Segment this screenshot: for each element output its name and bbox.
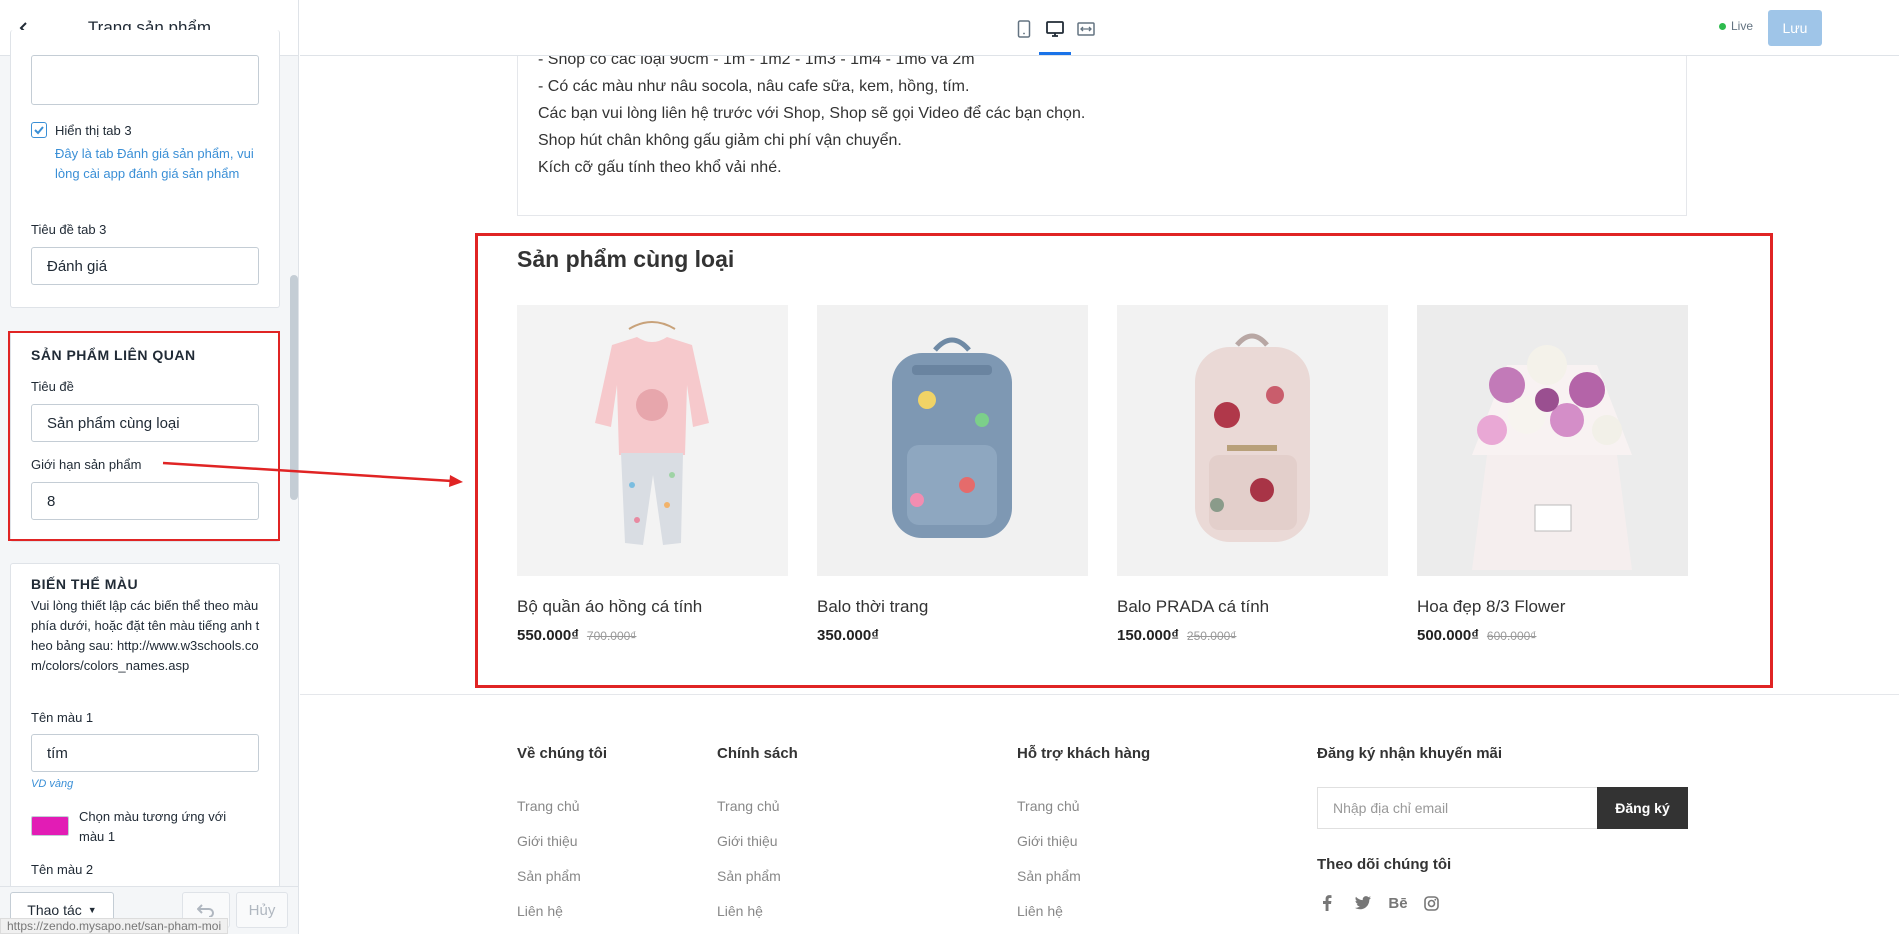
product-image[interactable] bbox=[1417, 305, 1688, 576]
storefront-preview: - Shop có các loại 90cm - 1m - 1m2 - 1m3… bbox=[300, 56, 1899, 934]
old-price: 700.000₫ bbox=[586, 629, 637, 643]
color1-input[interactable]: tím bbox=[31, 734, 259, 772]
newsletter-email-input[interactable]: Nhập địa chỉ email bbox=[1317, 787, 1597, 829]
actions-label: Thao tác bbox=[27, 902, 82, 918]
instagram-icon[interactable] bbox=[1421, 893, 1441, 913]
facebook-icon[interactable] bbox=[1317, 893, 1337, 913]
description-line: Các bạn vui lòng liên hệ trước với Shop,… bbox=[538, 105, 1086, 122]
desktop-view-icon[interactable] bbox=[1042, 16, 1068, 42]
footer-link[interactable]: Sản phẩm bbox=[1017, 868, 1150, 884]
footer-link[interactable]: Giới thiệu bbox=[717, 833, 798, 849]
footer-link[interactable]: Sản phẩm bbox=[517, 868, 607, 884]
current-price: 350.000₫ bbox=[817, 627, 879, 644]
behance-icon[interactable]: Bē bbox=[1388, 893, 1408, 913]
product-price: 150.000₫ 250.000₫ bbox=[1117, 627, 1388, 644]
product-name[interactable]: Bộ quần áo hồng cá tính bbox=[517, 597, 788, 617]
related-products-title: Sản phẩm cùng loại bbox=[517, 246, 735, 272]
newsletter-heading: Đăng ký nhận khuyến mãi bbox=[1317, 745, 1503, 762]
active-device-indicator bbox=[1039, 52, 1071, 55]
full-width-view-icon[interactable] bbox=[1073, 16, 1099, 42]
product-price: 350.000₫ bbox=[817, 627, 1088, 644]
product-price: 550.000₫ 700.000₫ bbox=[517, 627, 788, 644]
current-price: 550.000₫ bbox=[517, 627, 579, 644]
description-line: Kích cỡ gấu tính theo khổ vải nhé. bbox=[538, 159, 782, 176]
footer-link[interactable]: Sản phẩm bbox=[717, 868, 798, 884]
save-button[interactable]: Lưu bbox=[1768, 10, 1822, 46]
product-card[interactable]: Hoa đẹp 8/3 Flower 500.000₫ 600.000₫ bbox=[1417, 305, 1688, 644]
product-card[interactable]: Balo PRADA cá tính 150.000₫ 250.000₫ bbox=[1117, 305, 1388, 644]
footer-link[interactable]: Trang chủ bbox=[1017, 798, 1150, 814]
product-card[interactable]: Balo thời trang 350.000₫ bbox=[817, 305, 1088, 644]
description-line: Shop hút chân không gấu giảm chi phí vận… bbox=[538, 132, 902, 149]
product-image[interactable] bbox=[817, 305, 1088, 576]
footer-link[interactable]: Giới thiệu bbox=[517, 833, 607, 849]
status-bar-url: https://zendo.mysapo.net/san-pham-moi bbox=[0, 918, 229, 934]
tab-content-textarea[interactable] bbox=[31, 55, 259, 105]
footer-divider bbox=[300, 694, 1899, 695]
show-tab3-checkbox[interactable] bbox=[31, 122, 47, 138]
color-variant-help: Vui lòng thiết lập các biến thể theo màu… bbox=[31, 598, 260, 673]
footer-heading: Hỗ trợ khách hàng bbox=[1017, 745, 1151, 762]
live-label: Live bbox=[1731, 19, 1754, 33]
product-name[interactable]: Balo PRADA cá tính bbox=[1117, 597, 1388, 617]
caret-down-icon: ▼ bbox=[87, 905, 97, 915]
live-dot-icon bbox=[1719, 22, 1726, 30]
footer-link[interactable]: Giới thiệu bbox=[1017, 833, 1150, 849]
footer-column-support: Hỗ trợ khách hàng Trang chủ Giới thiệu S… bbox=[1017, 745, 1150, 919]
product-name[interactable]: Balo thời trang bbox=[817, 597, 1088, 617]
footer-column-policy: Chính sách Trang chủ Giới thiệu Sản phẩm… bbox=[717, 745, 798, 919]
settings-panel: Trang sản phẩm Hiển thị tab 3 Đây là tab… bbox=[0, 0, 299, 934]
color-variant-title: BIẾN THỂ MÀU bbox=[31, 576, 139, 592]
color-variant-card: BIẾN THỂ MÀU Vui lòng thiết lập các biến… bbox=[10, 563, 280, 903]
product-image[interactable] bbox=[1117, 305, 1388, 576]
description-line: - Shop có các loại 90cm - 1m - 1m2 - 1m3… bbox=[538, 56, 975, 68]
live-status: Live bbox=[1719, 19, 1753, 33]
old-price: 250.000₫ bbox=[1186, 629, 1237, 643]
footer-link[interactable]: Liên hệ bbox=[717, 903, 798, 919]
product-name[interactable]: Hoa đẹp 8/3 Flower bbox=[1417, 597, 1688, 617]
footer-column-about: Về chúng tôi Trang chủ Giới thiệu Sản ph… bbox=[517, 745, 607, 919]
footer-heading: Chính sách bbox=[717, 745, 798, 762]
cancel-button[interactable]: Hủy bbox=[236, 892, 288, 928]
product-image[interactable] bbox=[517, 305, 788, 576]
twitter-icon[interactable] bbox=[1353, 893, 1373, 913]
undo-icon bbox=[197, 904, 214, 917]
follow-us-heading: Theo dõi chúng tôi bbox=[1317, 856, 1452, 873]
current-price: 500.000₫ bbox=[1417, 627, 1479, 644]
current-price: 150.000₫ bbox=[1117, 627, 1179, 644]
color1-swatch[interactable] bbox=[31, 816, 69, 836]
show-tab3-label: Hiển thị tab 3 bbox=[55, 123, 132, 138]
footer-link[interactable]: Liên hệ bbox=[517, 903, 607, 919]
tab3-card: Hiển thị tab 3 Đây là tab Đánh giá sản p… bbox=[10, 30, 280, 308]
related-highlight-box bbox=[8, 331, 280, 541]
product-description-box: - Shop có các loại 90cm - 1m - 1m2 - 1m3… bbox=[517, 56, 1687, 216]
footer-heading: Về chúng tôi bbox=[517, 745, 607, 762]
footer-link[interactable]: Liên hệ bbox=[1017, 903, 1150, 919]
color1-swatch-label: Chọn màu tương ứng với màu 1 bbox=[79, 809, 227, 844]
description-line: - Có các màu như nâu socola, nâu cafe sữ… bbox=[538, 78, 970, 95]
old-price: 600.000₫ bbox=[1486, 629, 1537, 643]
subscribe-button[interactable]: Đăng ký bbox=[1597, 787, 1688, 829]
footer-link[interactable]: Trang chủ bbox=[517, 798, 607, 814]
mobile-view-icon[interactable] bbox=[1011, 16, 1037, 42]
tab3-title-input[interactable]: Đánh giá bbox=[31, 247, 259, 285]
tab3-help-text: Đây là tab Đánh giá sản phẩm, vui lòng c… bbox=[55, 146, 254, 181]
color1-label: Tên màu 1 bbox=[31, 710, 94, 725]
color1-hint: VD vàng bbox=[31, 778, 74, 790]
footer-link[interactable]: Trang chủ bbox=[717, 798, 798, 814]
product-card[interactable]: Bộ quần áo hồng cá tính 550.000₫ 700.000₫ bbox=[517, 305, 788, 644]
product-price: 500.000₫ 600.000₫ bbox=[1417, 627, 1688, 644]
editor-top-bar: Live Lưu bbox=[300, 0, 1899, 56]
color2-label: Tên màu 2 bbox=[31, 862, 94, 877]
tab3-title-label: Tiêu đề tab 3 bbox=[31, 222, 107, 237]
panel-scrollbar[interactable] bbox=[290, 275, 298, 500]
